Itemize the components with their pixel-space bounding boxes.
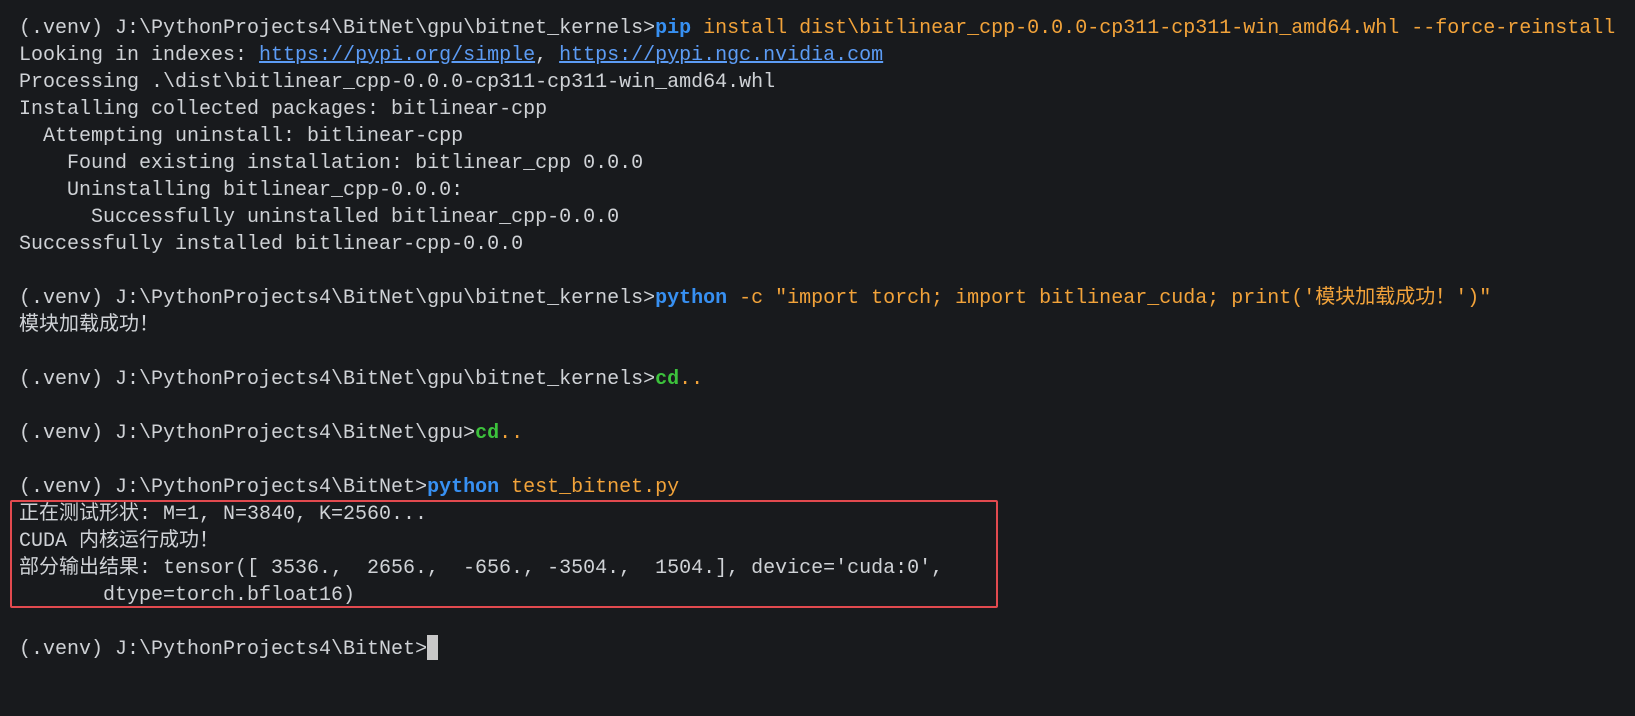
output-line: Successfully uninstalled bitlinear_cpp-0…	[19, 206, 620, 229]
command-line: (.venv) J:\PythonProjects4\BitNet\gpu\bi…	[19, 285, 1635, 312]
current-command-line[interactable]: (.venv) J:\PythonProjects4\BitNet>	[19, 634, 1635, 663]
output-line: CUDA 内核运行成功！	[19, 530, 220, 553]
output-line: Attempting uninstall: bitlinear-cpp	[19, 125, 464, 148]
command-line: (.venv) J:\PythonProjects4\BitNet\gpu\bi…	[19, 366, 1635, 393]
command: pip	[655, 17, 692, 40]
command-args: -c "import torch; import bitlinear_cuda;…	[727, 287, 1492, 310]
output-line: Uninstalling bitlinear_cpp-0.0.0:	[19, 179, 464, 202]
index-separator: ,	[535, 44, 560, 67]
command-args: ..	[679, 368, 704, 391]
prompt: (.venv) J:\PythonProjects4\BitNet\gpu\bi…	[19, 287, 656, 310]
text-cursor	[427, 634, 439, 660]
output-line: Looking in indexes: https://pypi.org/sim…	[19, 42, 1635, 69]
prompt: (.venv) J:\PythonProjects4\BitNet\gpu\bi…	[19, 368, 656, 391]
command: python	[427, 476, 500, 499]
command: cd	[655, 368, 680, 391]
output-line: Processing .\dist\bitlinear_cpp-0.0.0-cp…	[19, 71, 776, 94]
index-label: Looking in indexes:	[19, 44, 260, 67]
prompt: (.venv) J:\PythonProjects4\BitNet>	[19, 476, 428, 499]
output-line: 正在测试形状: M=1, N=3840, K=2560...	[19, 503, 428, 526]
output-line: Found existing installation: bitlinear_c…	[19, 152, 644, 175]
output-line: 模块加载成功！	[19, 314, 159, 337]
prompt: (.venv) J:\PythonProjects4\BitNet\gpu\bi…	[19, 17, 656, 40]
command: python	[655, 287, 728, 310]
prompt: (.venv) J:\PythonProjects4\BitNet>	[19, 638, 428, 661]
command-line: (.venv) J:\PythonProjects4\BitNet>python…	[19, 474, 1635, 501]
command-line: (.venv) J:\PythonProjects4\BitNet\gpu>cd…	[19, 420, 1635, 447]
command-line: (.venv) J:\PythonProjects4\BitNet\gpu\bi…	[19, 15, 1635, 42]
terminal[interactable]: (.venv) J:\PythonProjects4\BitNet\gpu\bi…	[0, 0, 1635, 716]
index-url-link[interactable]: https://pypi.org/simple	[259, 44, 535, 67]
command: cd	[475, 422, 500, 445]
index-url-link[interactable]: https://pypi.ngc.nvidia.com	[559, 44, 883, 67]
command-args: test_bitnet.py	[499, 476, 680, 499]
command-args: install dist\bitlinear_cpp-0.0.0-cp311-c…	[691, 17, 1616, 40]
prompt: (.venv) J:\PythonProjects4\BitNet\gpu>	[19, 422, 476, 445]
output-line: Successfully installed bitlinear-cpp-0.0…	[19, 233, 524, 256]
command-args: ..	[499, 422, 524, 445]
output-line: dtype=torch.bfloat16)	[19, 584, 356, 607]
output-line: Installing collected packages: bitlinear…	[19, 98, 548, 121]
output-line: 部分输出结果: tensor([ 3536., 2656., -656., -3…	[19, 557, 944, 580]
